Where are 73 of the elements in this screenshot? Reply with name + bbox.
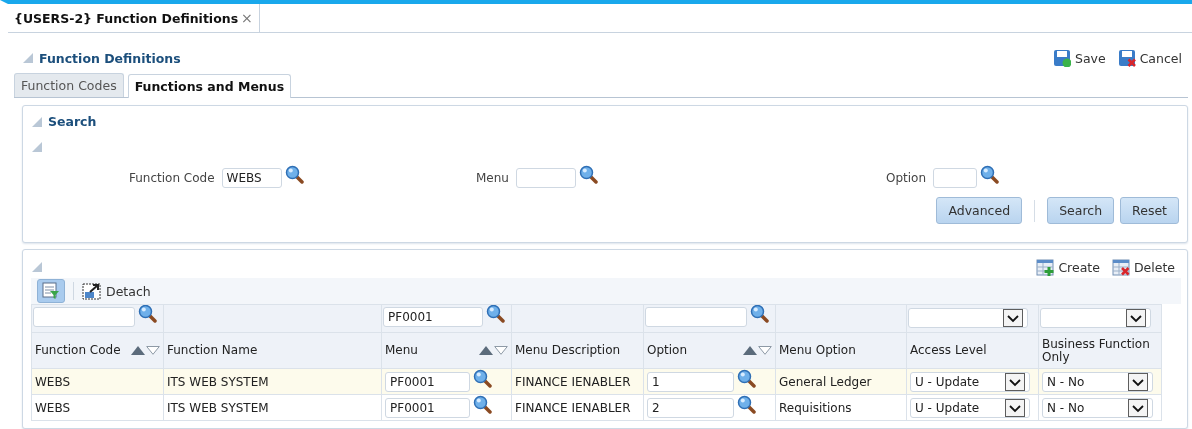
field-label: Menu <box>476 171 509 185</box>
field-label: Function Code <box>129 171 215 185</box>
tab[interactable]: Functions and Menus <box>127 74 292 98</box>
table-cell: FINANCE IENABLER <box>515 400 631 415</box>
table-cell: FINANCE IENABLER <box>515 374 631 389</box>
cell-dropdown[interactable]: U - Update <box>910 397 1030 418</box>
table-delete-icon <box>1111 258 1130 276</box>
cell-dropdown[interactable]: U - Update <box>910 371 1030 392</box>
table-add-icon <box>1036 258 1055 276</box>
dropdown-icon[interactable] <box>1005 372 1025 391</box>
sort-ascending-icon[interactable] <box>479 346 493 356</box>
filter-field[interactable]: PF0001 <box>383 307 483 327</box>
table-cell: Requisitions <box>779 400 852 415</box>
sort-descending-icon[interactable] <box>494 346 508 356</box>
advanced-button[interactable]: Advanced <box>936 197 1023 224</box>
column-header[interactable]: Option <box>647 344 688 357</box>
search-icon[interactable] <box>284 165 304 184</box>
filter-dropdown[interactable] <box>1040 308 1151 328</box>
tab[interactable]: Function Codes <box>14 73 124 97</box>
search-button[interactable]: Search <box>1047 197 1115 224</box>
filter-dropdown[interactable] <box>908 308 1028 328</box>
table-cell: WEBS <box>35 400 71 415</box>
sort-ascending-icon[interactable] <box>131 346 145 356</box>
cancel-button[interactable]: Cancel <box>1117 49 1182 67</box>
cell-field[interactable]: 2 <box>647 397 734 418</box>
dropdown-icon[interactable] <box>1005 398 1025 417</box>
search-field[interactable]: WEBS <box>221 168 282 188</box>
table-cell: ITS WEB SYSTEM <box>167 400 269 415</box>
cell-field[interactable]: PF0001 <box>385 371 470 392</box>
column-header[interactable]: Menu <box>385 344 418 357</box>
table-cell: WEBS <box>35 374 71 389</box>
section-title: Search <box>48 114 97 129</box>
column-header[interactable]: Function Name <box>167 344 258 357</box>
filter-field[interactable] <box>33 307 135 327</box>
search-icon[interactable] <box>138 305 157 323</box>
search-icon[interactable] <box>473 395 492 414</box>
search-icon[interactable] <box>473 369 492 388</box>
save-icon <box>1052 49 1071 67</box>
sort-descending-icon[interactable] <box>146 346 160 356</box>
delete-button[interactable]: Delete <box>1111 258 1175 276</box>
detach-icon <box>82 282 102 300</box>
table-cell: ITS WEB SYSTEM <box>167 374 269 389</box>
filter-button[interactable] <box>37 279 65 303</box>
detach-button[interactable]: Detach <box>82 282 151 300</box>
dropdown-icon[interactable] <box>1003 309 1023 327</box>
sort-descending-icon[interactable] <box>758 346 772 356</box>
cell-field[interactable]: 1 <box>647 371 734 392</box>
page-title: Function Definitions <box>39 50 181 66</box>
filter-field[interactable] <box>645 307 747 327</box>
search-icon[interactable] <box>737 395 756 414</box>
table-cell: General Ledger <box>779 374 872 389</box>
search-icon[interactable] <box>486 305 505 323</box>
search-icon[interactable] <box>578 165 598 184</box>
table-row[interactable]: WEBS ITS WEB SYSTEM PF0001 FINANCE IENABLER 2 Requisitions U - Update N - No <box>31 394 1162 421</box>
dropdown-icon[interactable] <box>1126 309 1146 327</box>
search-field[interactable] <box>515 168 576 188</box>
search-icon[interactable] <box>980 165 1000 184</box>
filter-icon <box>42 282 60 300</box>
reset-button[interactable]: Reset <box>1120 197 1179 224</box>
search-icon[interactable] <box>737 369 756 388</box>
dropdown-icon[interactable] <box>1128 372 1148 391</box>
table-row[interactable]: WEBS ITS WEB SYSTEM PF0001 FINANCE IENABLER 1 General Ledger U - Update N - No <box>31 368 1162 395</box>
search-field[interactable] <box>933 168 978 188</box>
cell-dropdown[interactable]: N - No <box>1042 397 1153 418</box>
sort-ascending-icon[interactable] <box>743 346 757 356</box>
search-icon[interactable] <box>750 305 769 323</box>
cell-field[interactable]: PF0001 <box>385 397 470 418</box>
field-label: Option <box>886 171 927 185</box>
save-button[interactable]: Save <box>1052 49 1106 67</box>
cancel-icon <box>1117 49 1136 67</box>
dropdown-icon[interactable] <box>1128 398 1148 417</box>
close-icon[interactable]: × <box>241 10 253 26</box>
cell-dropdown[interactable]: N - No <box>1042 371 1153 392</box>
